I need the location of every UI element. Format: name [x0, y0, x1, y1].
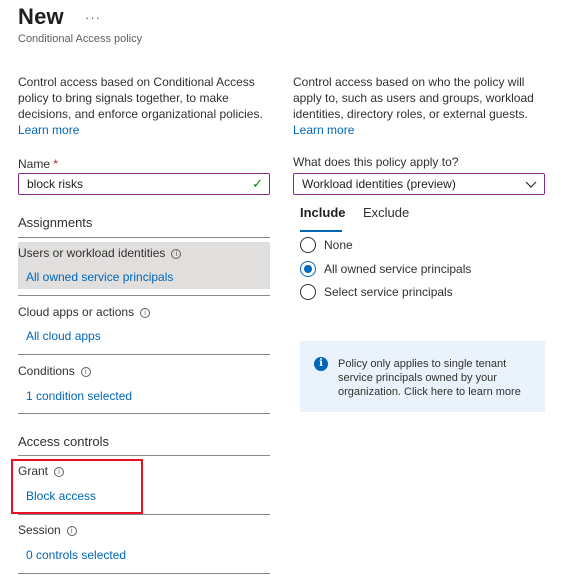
name-input-value: block risks	[27, 177, 84, 191]
required-marker: *	[53, 157, 59, 171]
tab-include[interactable]: Include	[300, 205, 346, 220]
conditions-row-value[interactable]: 1 condition selected	[26, 389, 132, 403]
users-label-text: Users or workload identities	[18, 246, 166, 260]
grant-highlight-box	[11, 459, 143, 514]
cloud-apps-label-text: Cloud apps or actions	[18, 305, 135, 319]
chevron-down-icon	[525, 181, 537, 188]
applies-to-dropdown[interactable]: Workload identities (preview)	[293, 173, 545, 195]
info-icon: i	[314, 357, 328, 371]
more-options-icon[interactable]: ···	[85, 10, 101, 25]
name-label: Name *	[18, 157, 58, 171]
applies-description-text: Control access based on who the policy w…	[293, 75, 534, 121]
info-message-text: Policy only applies to single tenant ser…	[338, 358, 521, 398]
session-row-value[interactable]: 0 controls selected	[26, 548, 126, 562]
row-divider	[18, 514, 270, 515]
radio-option-label: All owned service principals	[324, 262, 472, 276]
access-controls-heading: Access controls	[18, 434, 110, 449]
radio-option-label: None	[324, 238, 353, 252]
users-row-label: Users or workload identities i	[18, 246, 182, 260]
access-controls-divider	[18, 455, 270, 456]
radio-option-select[interactable]: Select service principals	[300, 284, 453, 300]
session-row-label: Session i	[18, 523, 77, 537]
info-icon[interactable]: i	[171, 249, 182, 259]
page-title: New	[18, 4, 64, 29]
radio-option-label: Select service principals	[324, 285, 453, 299]
row-divider	[18, 295, 270, 296]
conditions-row-label: Conditions i	[18, 364, 91, 378]
name-input[interactable]: block risks ✓	[18, 173, 270, 195]
conditions-label-text: Conditions	[18, 364, 75, 378]
checkmark-icon: ✓	[252, 176, 263, 191]
learn-more-link[interactable]: Learn more	[18, 123, 79, 137]
applies-description: Control access based on who the policy w…	[293, 74, 543, 138]
users-row-value[interactable]: All owned service principals	[26, 270, 173, 284]
policy-description-text: Control access based on Conditional Acce…	[18, 75, 263, 121]
applies-to-label: What does this policy apply to?	[293, 155, 459, 169]
radio-option-none[interactable]: None	[300, 237, 353, 253]
assignments-divider	[18, 237, 270, 238]
assignments-heading: Assignments	[18, 215, 93, 230]
row-divider	[18, 354, 270, 355]
info-icon[interactable]: i	[140, 308, 151, 318]
info-message-bar[interactable]: i Policy only applies to single tenant s…	[300, 341, 545, 412]
cloud-apps-row-value[interactable]: All cloud apps	[26, 329, 101, 343]
cloud-apps-row-label: Cloud apps or actions i	[18, 305, 151, 319]
radio-option-all-owned[interactable]: All owned service principals	[300, 261, 471, 277]
applies-to-value: Workload identities (preview)	[302, 177, 456, 191]
info-icon[interactable]: i	[66, 526, 77, 536]
policy-description: Control access based on Conditional Acce…	[18, 74, 268, 138]
page-subtitle: Conditional Access policy	[18, 33, 143, 45]
row-divider	[18, 413, 270, 414]
tab-include-underline	[300, 230, 342, 232]
info-icon[interactable]: i	[80, 367, 91, 377]
learn-more-link[interactable]: Learn more	[293, 123, 354, 137]
radio-button[interactable]	[300, 237, 316, 253]
name-label-text: Name	[18, 157, 51, 171]
row-divider	[18, 573, 270, 574]
radio-button[interactable]	[300, 284, 316, 300]
radio-button-selected[interactable]	[300, 261, 316, 277]
tab-exclude[interactable]: Exclude	[363, 205, 409, 220]
session-label-text: Session	[18, 523, 61, 537]
